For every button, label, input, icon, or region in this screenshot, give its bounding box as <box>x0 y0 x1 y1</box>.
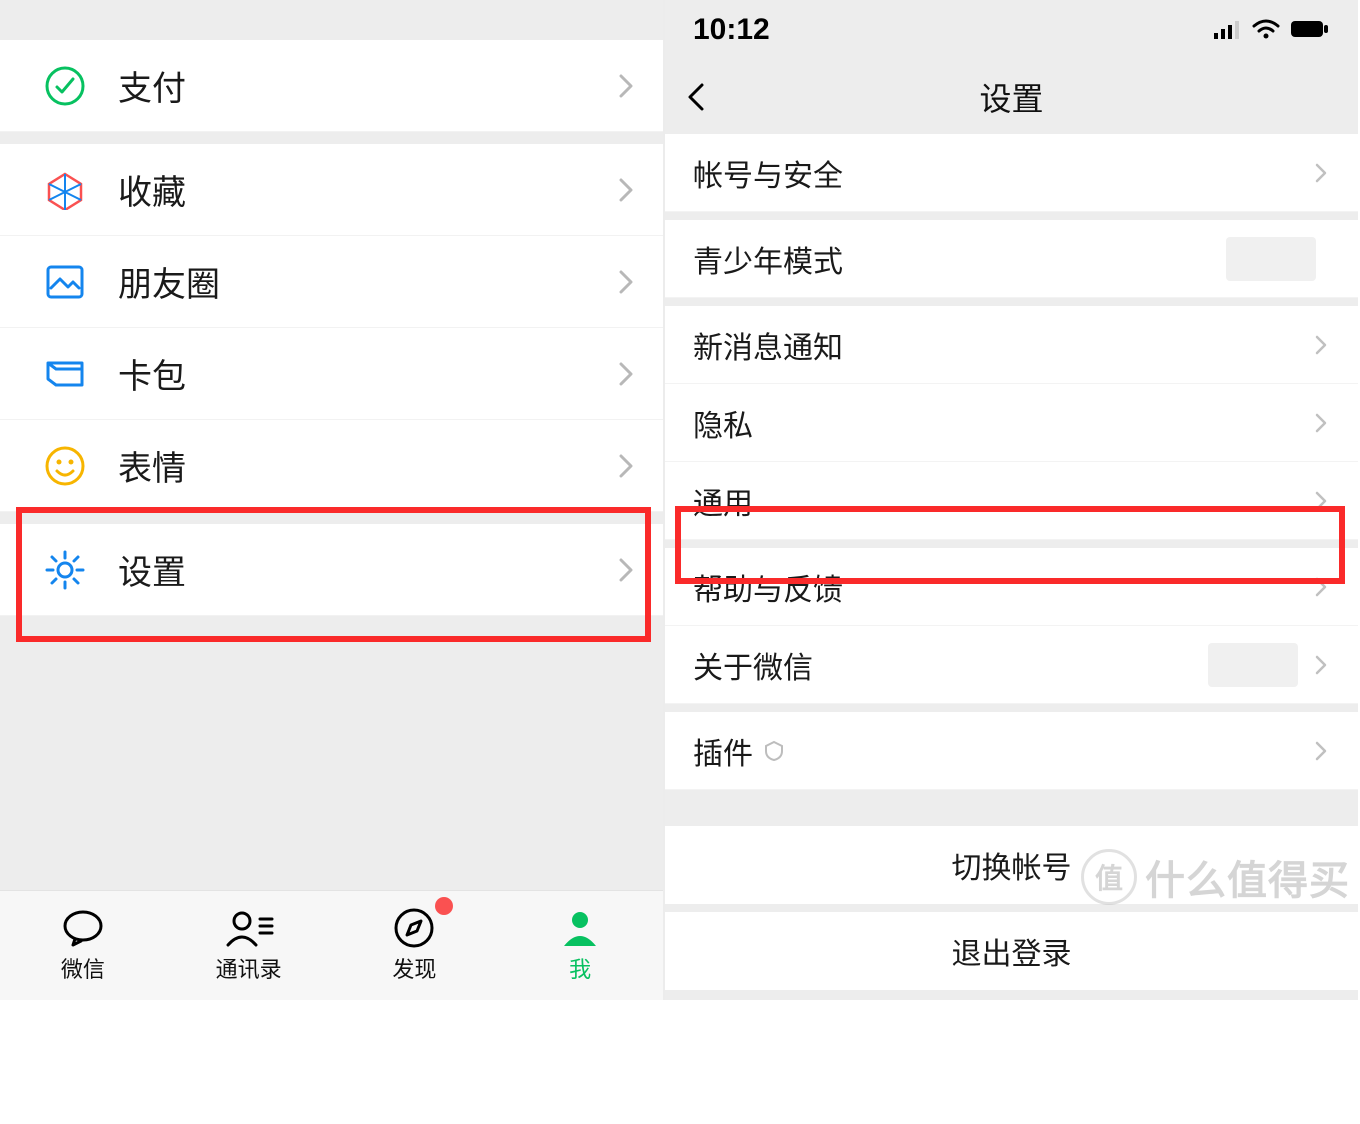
settings-icon <box>40 545 90 595</box>
battery-icon <box>1290 13 1330 47</box>
settings-item-about[interactable]: 关于微信 <box>665 626 1358 704</box>
settings-item-logout[interactable]: 退出登录 <box>665 912 1358 990</box>
menu-item-label: 表情 <box>118 441 617 490</box>
chevron-right-icon <box>1312 572 1330 602</box>
menu-item-pay[interactable]: 支付 <box>0 40 663 132</box>
discover-icon <box>389 908 439 948</box>
signal-icon <box>1214 13 1242 47</box>
tab-me[interactable]: 我 <box>497 891 663 1000</box>
badge-dot <box>435 897 453 915</box>
bottom-tabbar: 微信 通讯录 发现 我 <box>0 890 663 1000</box>
status-bar: 10:12 <box>665 0 1358 60</box>
settings-item-label: 帮助与反馈 <box>693 565 1312 609</box>
settings-item-account-security[interactable]: 帐号与安全 <box>665 134 1358 212</box>
watermark-badge: 值 <box>1081 849 1137 905</box>
chevron-right-icon <box>1312 408 1330 438</box>
chevron-right-icon <box>617 451 635 481</box>
menu-item-label: 设置 <box>118 545 617 594</box>
menu-item-stickers[interactable]: 表情 <box>0 420 663 512</box>
status-time: 10:12 <box>693 13 770 47</box>
blurred-value <box>1226 237 1316 281</box>
settings-item-youth-mode[interactable]: 青少年模式 <box>665 220 1358 298</box>
page-title: 设置 <box>979 74 1043 120</box>
tab-label: 发现 <box>392 952 436 984</box>
tab-discover[interactable]: 发现 <box>332 891 498 1000</box>
watermark: 值 什么值得买 <box>1081 848 1350 906</box>
chevron-right-icon <box>617 267 635 297</box>
settings-item-label: 切换帐号 <box>952 843 1072 887</box>
menu-item-label: 支付 <box>118 61 617 110</box>
chevron-right-icon <box>1312 486 1330 516</box>
favorites-icon <box>40 165 90 215</box>
settings-item-label: 插件 <box>693 729 753 773</box>
menu-item-label: 收藏 <box>118 165 617 214</box>
wifi-icon <box>1252 13 1280 47</box>
me-icon <box>555 908 605 948</box>
plugin-badge-icon <box>763 739 787 763</box>
settings-item-label: 青少年模式 <box>693 237 1226 281</box>
chevron-right-icon <box>617 71 635 101</box>
chevron-right-icon <box>1312 736 1330 766</box>
menu-item-settings[interactable]: 设置 <box>0 524 663 616</box>
settings-item-label: 帐号与安全 <box>693 151 1312 195</box>
tab-label: 通讯录 <box>216 952 282 984</box>
menu-item-label: 卡包 <box>118 349 617 398</box>
blurred-value <box>1208 643 1298 687</box>
phone-me-screen: 支付 收藏 朋友圈 卡包 <box>0 0 665 1000</box>
settings-item-privacy[interactable]: 隐私 <box>665 384 1358 462</box>
tab-chat[interactable]: 微信 <box>0 891 166 1000</box>
chevron-right-icon <box>1312 330 1330 360</box>
settings-item-label: 关于微信 <box>693 643 1208 687</box>
menu-item-moments[interactable]: 朋友圈 <box>0 236 663 328</box>
tab-label: 我 <box>569 952 591 984</box>
stickers-icon <box>40 441 90 491</box>
back-button[interactable] <box>687 77 717 117</box>
contacts-icon <box>224 908 274 948</box>
watermark-text: 什么值得买 <box>1145 848 1350 906</box>
chevron-right-icon <box>1312 158 1330 188</box>
menu-item-favorites[interactable]: 收藏 <box>0 144 663 236</box>
tab-label: 微信 <box>61 952 105 984</box>
chevron-right-icon <box>1312 650 1330 680</box>
chevron-right-icon <box>617 555 635 585</box>
settings-item-label: 新消息通知 <box>693 323 1312 367</box>
navbar: 设置 <box>665 60 1358 134</box>
settings-item-plugins[interactable]: 插件 <box>665 712 1358 790</box>
settings-item-general[interactable]: 通用 <box>665 462 1358 540</box>
pay-icon <box>40 61 90 111</box>
settings-item-label: 隐私 <box>693 401 1312 445</box>
settings-item-label: 退出登录 <box>952 929 1072 973</box>
moments-icon <box>40 257 90 307</box>
settings-item-help-feedback[interactable]: 帮助与反馈 <box>665 548 1358 626</box>
menu-item-cards[interactable]: 卡包 <box>0 328 663 420</box>
chat-icon <box>58 908 108 948</box>
chevron-right-icon <box>617 175 635 205</box>
chevron-right-icon <box>617 359 635 389</box>
menu-item-label: 朋友圈 <box>118 257 617 306</box>
settings-item-label: 通用 <box>693 479 1312 523</box>
settings-item-new-msg-notify[interactable]: 新消息通知 <box>665 306 1358 384</box>
phone-settings-screen: 10:12 设置 帐号与安全 青少年模式 新消息通知 <box>665 0 1358 1000</box>
cards-icon <box>40 349 90 399</box>
tab-contacts[interactable]: 通讯录 <box>166 891 332 1000</box>
